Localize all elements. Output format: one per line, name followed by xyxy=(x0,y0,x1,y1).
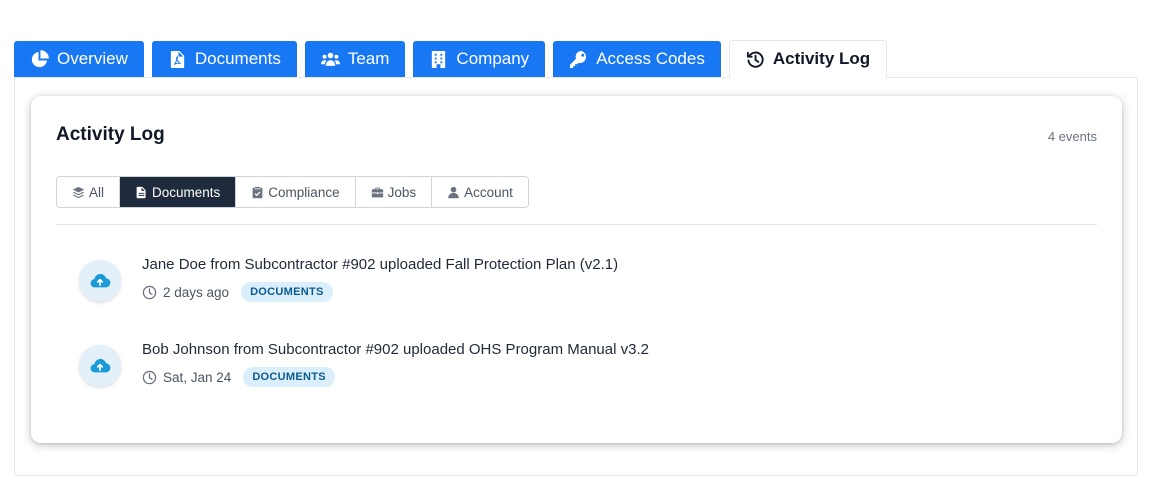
pdf-file-icon xyxy=(170,50,185,68)
event-description: Jane Doe from Subcontractor #902 uploade… xyxy=(142,256,619,273)
event-time: 2 days ago xyxy=(163,284,230,300)
users-icon xyxy=(320,52,340,66)
tab-label: Documents xyxy=(194,49,281,68)
tab-bar: Overview Documents Team Company Access C… xyxy=(14,40,1138,78)
filter-account[interactable]: Account xyxy=(432,177,528,207)
tab-access-codes[interactable]: Access Codes xyxy=(553,41,721,77)
filter-label: Documents xyxy=(152,184,221,200)
divider xyxy=(56,224,1097,225)
pie-chart-icon xyxy=(31,49,49,67)
event-icon-badge xyxy=(79,345,121,387)
tab-label: Activity Log xyxy=(772,49,871,68)
clipboard-check-icon xyxy=(252,186,263,198)
category-badge: DOCUMENTS xyxy=(241,282,333,302)
tab-team[interactable]: Team xyxy=(304,41,406,77)
tab-activity-log[interactable]: Activity Log xyxy=(728,40,888,78)
tab-label: Company xyxy=(456,49,530,68)
event-meta: Sat, Jan 24 DOCUMENTS xyxy=(142,367,335,387)
tab-label: Access Codes xyxy=(596,49,705,68)
filter-all[interactable]: All xyxy=(57,177,121,207)
tab-company[interactable]: Company xyxy=(413,41,546,77)
filter-compliance[interactable]: Compliance xyxy=(236,177,356,207)
building-icon xyxy=(432,50,446,68)
history-icon xyxy=(746,51,764,68)
list-item: Jane Doe from Subcontractor #902 uploade… xyxy=(79,256,1079,316)
tab-overview[interactable]: Overview xyxy=(14,41,144,77)
filter-label: Account xyxy=(464,184,513,200)
list-item: Bob Johnson from Subcontractor #902 uplo… xyxy=(79,341,1079,401)
tab-documents[interactable]: Documents xyxy=(151,41,297,77)
filter-documents[interactable]: Documents xyxy=(120,177,237,207)
layers-icon xyxy=(72,186,85,198)
page: Overview Documents Team Company Access C… xyxy=(0,0,1153,494)
filter-label: All xyxy=(89,184,105,200)
tab-label: Overview xyxy=(57,49,128,68)
event-count: 4 events xyxy=(1047,129,1097,144)
tab-label: Team xyxy=(347,49,390,68)
briefcase-icon xyxy=(371,187,383,197)
event-icon-badge xyxy=(79,260,121,302)
activity-log-card: Activity Log 4 events All Documents Comp… xyxy=(31,96,1122,443)
file-icon xyxy=(136,186,146,198)
event-time: Sat, Jan 24 xyxy=(163,369,232,385)
cloud-upload-icon xyxy=(90,358,111,373)
clock-icon xyxy=(142,285,157,299)
event-description: Bob Johnson from Subcontractor #902 uplo… xyxy=(142,341,649,358)
user-icon xyxy=(448,186,459,198)
filter-label: Jobs xyxy=(387,184,417,200)
clock-icon xyxy=(142,370,157,384)
cloud-upload-icon xyxy=(90,273,111,288)
event-meta: 2 days ago DOCUMENTS xyxy=(142,282,333,302)
filter-label: Compliance xyxy=(268,184,340,200)
filter-group: All Documents Compliance Jobs Account xyxy=(56,176,529,208)
card-title: Activity Log xyxy=(56,124,165,145)
category-badge: DOCUMENTS xyxy=(243,367,335,387)
filter-jobs[interactable]: Jobs xyxy=(355,177,433,207)
key-icon xyxy=(570,50,587,68)
